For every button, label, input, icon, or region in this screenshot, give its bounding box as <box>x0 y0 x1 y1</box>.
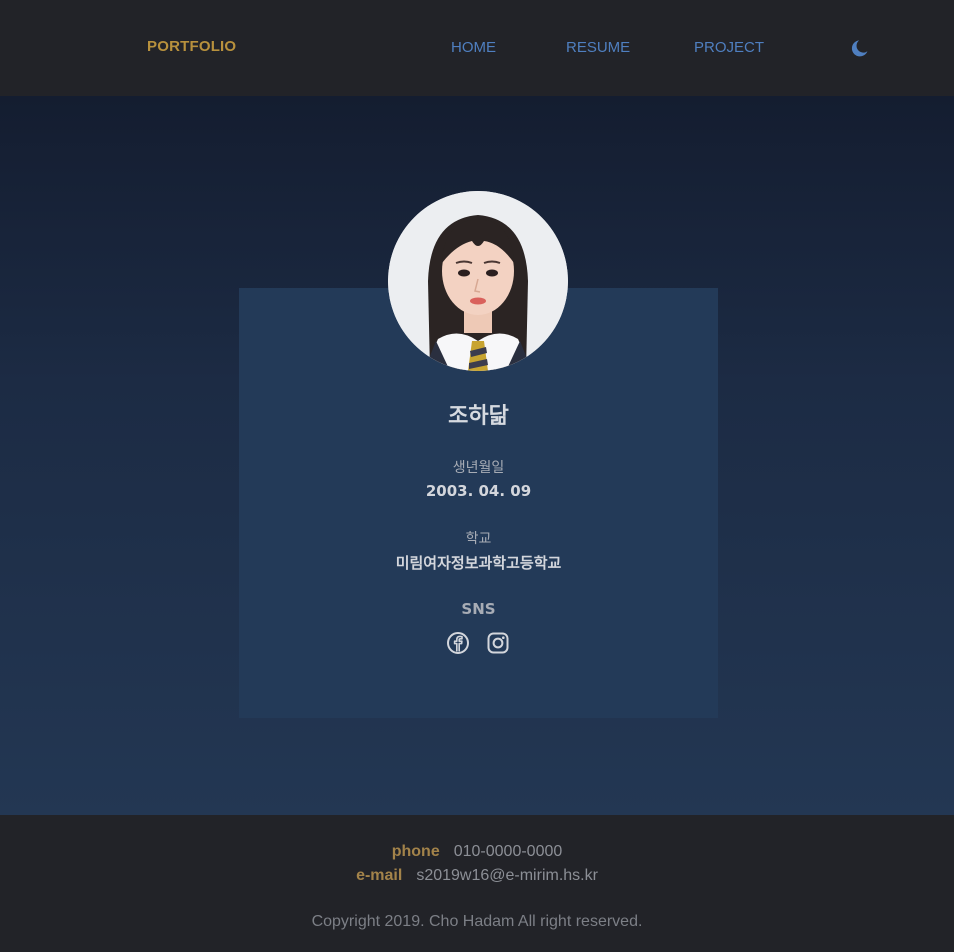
nav-project-link[interactable]: PROJECT <box>694 39 764 56</box>
school-label: 학교 <box>465 531 492 547</box>
hero-section: 조하닮 생년월일 2003. 04. 09 학교 미림여자정보과학고등학교 SN… <box>0 96 954 815</box>
phone-value: 010-0000-0000 <box>453 843 563 860</box>
profile-name: 조하닮 <box>448 404 509 429</box>
contact-email-row: e-mail s2019w16@e-mirim.hs.kr <box>0 867 954 885</box>
moon-icon[interactable] <box>848 37 870 59</box>
facebook-icon[interactable] <box>446 631 470 655</box>
nav-home-link[interactable]: HOME <box>451 39 496 56</box>
email-value: s2019w16@e-mirim.hs.kr <box>416 867 598 884</box>
copyright-text: Copyright 2019. Cho Hadam All right rese… <box>311 913 643 930</box>
birthdate-value: 2003. 04. 09 <box>425 482 532 500</box>
top-navbar: PORTFOLIO HOME RESUME PROJECT <box>0 0 954 96</box>
email-label: e-mail <box>356 867 403 884</box>
brand-logo-link[interactable]: PORTFOLIO <box>147 38 236 55</box>
site-footer: phone 010-0000-0000 e-mail s2019w16@e-miri… <box>0 815 954 952</box>
birthdate-label: 생년월일 <box>452 460 505 476</box>
instagram-icon[interactable] <box>486 631 510 655</box>
nav-resume-link[interactable]: RESUME <box>566 39 630 56</box>
profile-photo <box>388 191 568 371</box>
sns-label: SNS <box>461 600 496 618</box>
phone-label: phone <box>391 843 440 860</box>
contact-phone-row: phone 010-0000-0000 <box>0 843 954 861</box>
school-value: 미림여자정보과학고등학교 <box>395 554 562 572</box>
